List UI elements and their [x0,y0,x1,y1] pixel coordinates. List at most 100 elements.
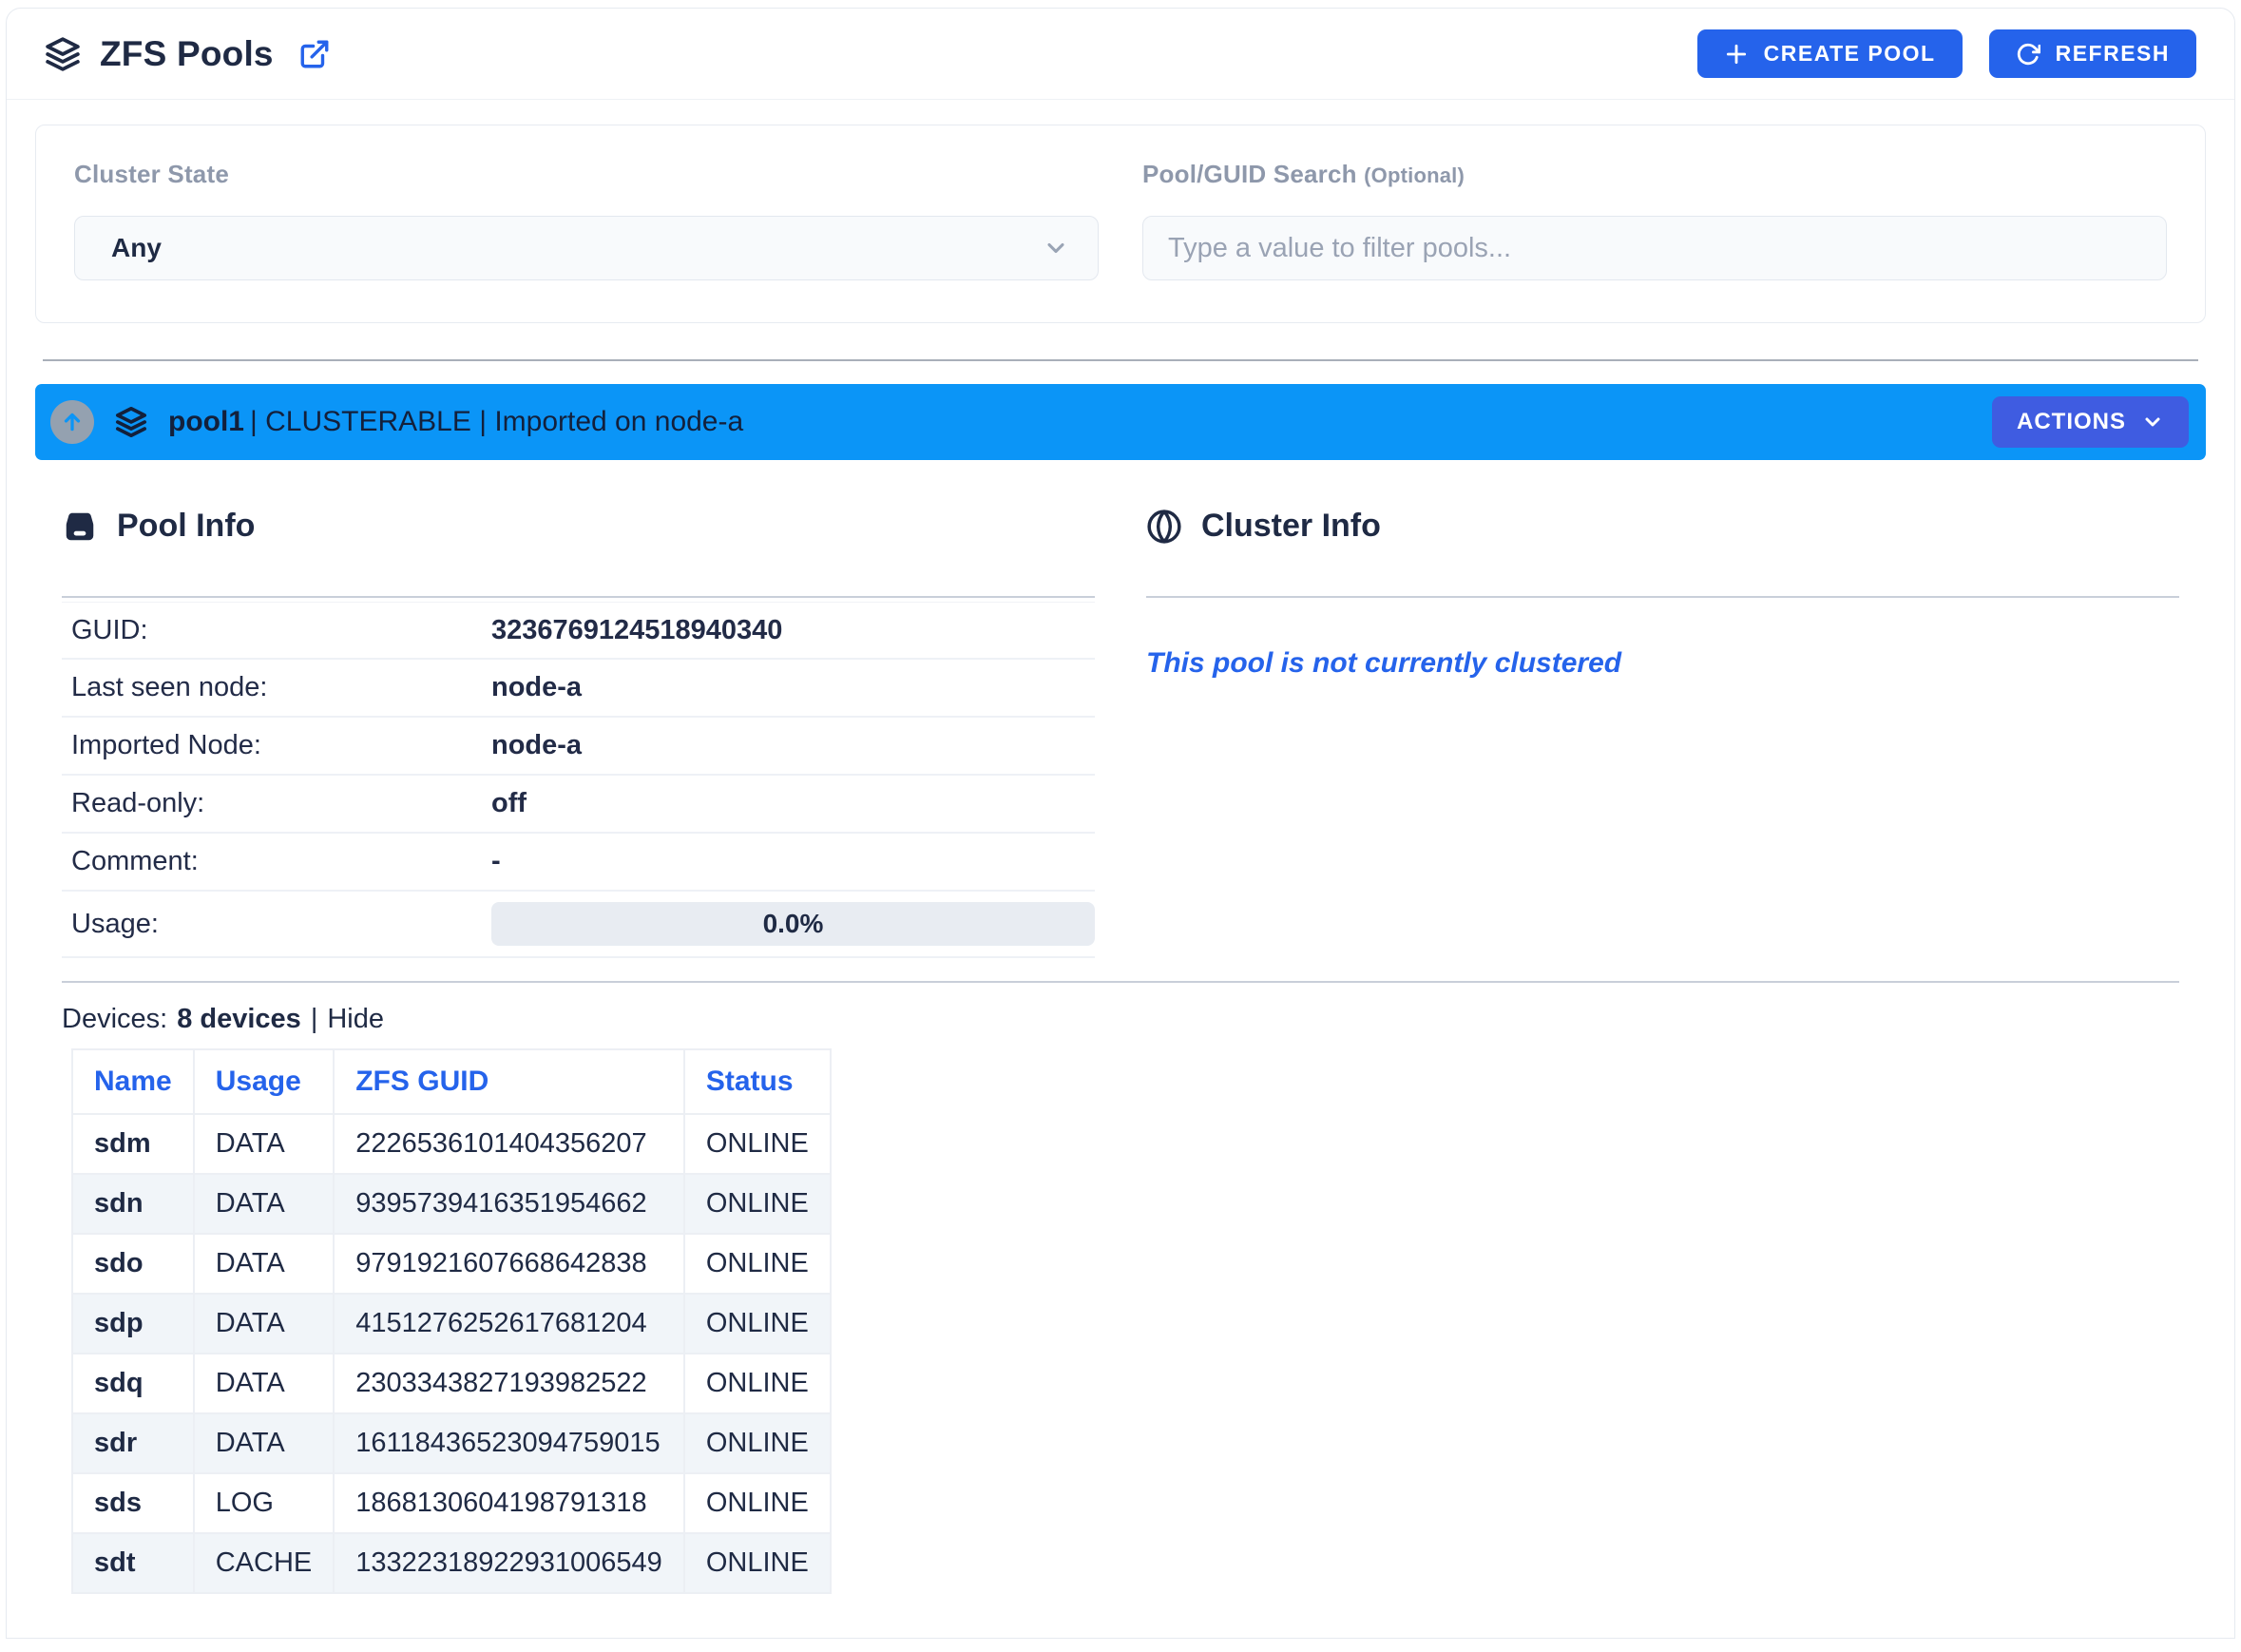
column-header-status[interactable]: Status [684,1049,831,1114]
arrow-up-icon [60,410,85,434]
collapse-toggle[interactable] [50,400,94,444]
pool-name: pool1 [168,406,244,438]
cluster-info-section: Cluster Info This pool is not currently … [1146,460,2179,958]
pool-info-rows: GUID:3236769124518940340Last seen node:n… [62,602,1095,892]
usage-value: 0.0% [763,909,824,939]
device-usage: DATA [194,1174,335,1234]
pool-info-row-value: off [491,788,1095,819]
pool-info-row: GUID:3236769124518940340 [62,602,1095,660]
pool-layers-icon [115,406,147,438]
chevron-down-icon [1043,235,1069,261]
device-status: ONLINE [684,1294,831,1354]
cluster-state-select[interactable]: Any [74,216,1099,280]
section-divider [43,359,2198,361]
create-pool-label: CREATE POOL [1764,41,1936,67]
device-name: sdn [72,1174,194,1234]
pool-info-section: Pool Info GUID:3236769124518940340Last s… [62,460,1095,958]
pool-guid-search-input[interactable] [1142,216,2167,280]
plus-icon [1724,42,1749,67]
cluster-info-title: Cluster Info [1201,508,1381,545]
pool-info-row: Read-only:off [62,776,1095,834]
device-name: sdt [72,1533,194,1593]
device-status: ONLINE [684,1234,831,1294]
devices-count: 8 devices [177,1004,301,1035]
title-group: ZFS Pools [45,34,331,74]
pool-detail-content: Pool Info GUID:3236769124518940340Last s… [7,460,2234,1594]
pool-info-rule [62,596,1095,598]
pool-info-row-value: node-a [491,730,1095,761]
device-name: sdm [72,1114,194,1174]
column-header-usage[interactable]: Usage [194,1049,335,1114]
pool-banner-title: pool1 | CLUSTERABLE | Imported on node-a [168,406,743,438]
usage-label: Usage: [71,909,491,940]
device-name: sdr [72,1413,194,1473]
hide-devices-link[interactable]: Hide [327,1004,384,1035]
device-usage: DATA [194,1413,335,1473]
page-title: ZFS Pools [100,34,274,74]
device-row: sdpDATA4151276252617681204ONLINE [72,1294,831,1354]
device-usage: DATA [194,1114,335,1174]
external-link-icon[interactable] [298,38,331,70]
device-zfs-guid: 16118436523094759015 [334,1413,684,1473]
device-status: ONLINE [684,1533,831,1593]
actions-chevron-down-icon [2141,411,2164,433]
pool-info-row-label: GUID: [71,615,491,646]
device-zfs-guid: 4151276252617681204 [334,1294,684,1354]
usage-progress-bar: 0.0% [491,902,1095,946]
actions-button[interactable]: ACTIONS [1992,396,2189,448]
device-usage: DATA [194,1294,335,1354]
devices-separator: | [311,1004,318,1035]
device-zfs-guid: 2303343827193982522 [334,1354,684,1413]
column-header-name[interactable]: Name [72,1049,194,1114]
pool-info-row-label: Comment: [71,846,491,877]
pool-guid-search-field: Pool/GUID Search (Optional) [1142,160,2167,280]
pool-info-row-value: node-a [491,672,1095,703]
globe-icon [1146,509,1182,545]
pool-info-row-label: Last seen node: [71,672,491,703]
pool-info-row: Imported Node:node-a [62,718,1095,776]
device-name: sdq [72,1354,194,1413]
device-zfs-guid: 9395739416351954662 [334,1174,684,1234]
device-usage: CACHE [194,1533,335,1593]
create-pool-button[interactable]: CREATE POOL [1697,29,1963,78]
pool-info-row-value: 3236769124518940340 [491,615,1095,646]
device-zfs-guid: 13322318922931006549 [334,1533,684,1593]
refresh-button[interactable]: REFRESH [1989,29,2196,78]
layers-icon [45,36,81,72]
devices-divider [62,981,2179,983]
refresh-icon [2016,42,2040,67]
device-usage: LOG [194,1473,335,1533]
devices-prefix: Devices: [62,1004,167,1035]
device-zfs-guid: 9791921607668642838 [334,1234,684,1294]
devices-table: Name Usage ZFS GUID Status sdmDATA222653… [71,1048,832,1594]
device-name: sds [72,1473,194,1533]
cluster-state-value: Any [111,233,162,263]
pool-info-row: Comment:- [62,834,1095,892]
pool-banner[interactable]: pool1 | CLUSTERABLE | Imported on node-a… [35,384,2206,460]
device-status: ONLINE [684,1174,831,1234]
device-usage: DATA [194,1354,335,1413]
pool-info-heading: Pool Info [62,508,1095,545]
cluster-info-rule [1146,596,2179,598]
pool-guid-search-label: Pool/GUID Search (Optional) [1142,160,2167,189]
device-row: sdoDATA9791921607668642838ONLINE [72,1234,831,1294]
cluster-status-message: This pool is not currently clustered [1146,647,2179,680]
device-status: ONLINE [684,1354,831,1413]
pool-info-row-label: Imported Node: [71,730,491,761]
device-status: ONLINE [684,1473,831,1533]
pool-info-usage-row: Usage: 0.0% [62,892,1095,958]
device-status: ONLINE [684,1413,831,1473]
device-usage: DATA [194,1234,335,1294]
header-actions: CREATE POOL REFRESH [1697,29,2196,78]
device-row: sdqDATA2303343827193982522ONLINE [72,1354,831,1413]
app-header: ZFS Pools CREATE POOL [7,9,2234,100]
device-row: sdmDATA2226536101404356207ONLINE [72,1114,831,1174]
devices-header-row: Name Usage ZFS GUID Status [72,1049,831,1114]
device-status: ONLINE [684,1114,831,1174]
filter-card: Cluster State Any Pool/GUID Search (Opti… [35,125,2206,323]
column-header-zfs-guid[interactable]: ZFS GUID [334,1049,684,1114]
pool-info-row-label: Read-only: [71,788,491,819]
device-zfs-guid: 1868130604198791318 [334,1473,684,1533]
device-row: sdsLOG1868130604198791318ONLINE [72,1473,831,1533]
device-zfs-guid: 2226536101404356207 [334,1114,684,1174]
